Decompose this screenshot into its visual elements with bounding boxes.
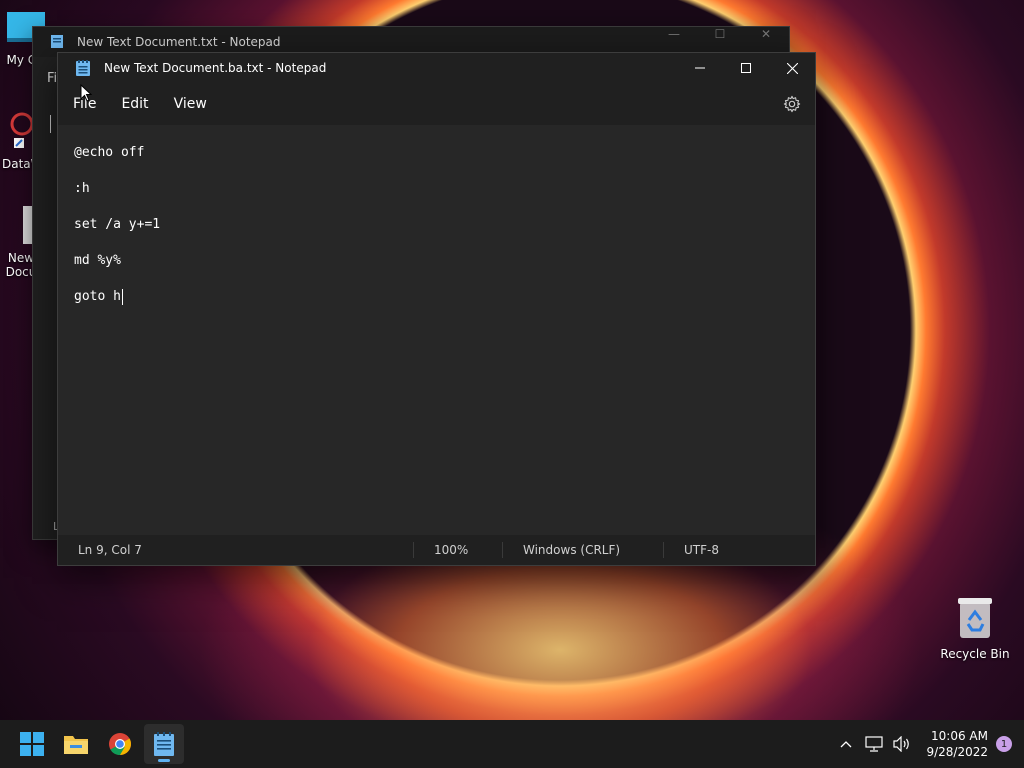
show-hidden-icons-button[interactable] [834,732,858,756]
clock-date: 9/28/2022 [926,745,988,759]
encoding: UTF-8 [684,543,719,557]
cursor-position: Ln 9, Col 7 [78,543,142,557]
maximize-icon [741,63,751,73]
close-button[interactable] [769,53,815,83]
taskbar: 10:06 AM 9/28/2022 1 [0,720,1024,768]
network-icon [865,736,884,752]
line-ending: Windows (CRLF) [523,543,621,557]
background-window-title: New Text Document.txt - Notepad [77,35,281,49]
notepad-window[interactable]: New Text Document.ba.txt - Notepad File … [57,52,816,566]
notepad-app-icon [51,33,63,52]
notepad-icon [154,732,174,756]
app-shortcut-icon [2,110,36,153]
text-caret [121,289,123,305]
menu-bar: File Edit View [58,83,815,125]
notepad-taskbar-button[interactable] [144,724,184,764]
menu-edit[interactable]: Edit [111,90,158,118]
close-icon [786,62,798,74]
chrome-icon [109,733,131,755]
editor-line: :h [74,181,90,196]
menu-view[interactable]: View [164,90,217,118]
network-button[interactable] [862,732,886,756]
file-explorer-button[interactable] [56,724,96,764]
notification-badge[interactable]: 1 [996,736,1012,752]
maximize-button[interactable] [723,53,769,83]
notepad-app-icon [76,60,90,76]
start-button[interactable] [12,724,52,764]
desktop-icon-label: Recycle Bin [940,647,1010,661]
volume-button[interactable] [890,732,914,756]
chevron-up-icon [841,741,852,748]
status-bar: Ln 9, Col 7 100% Windows (CRLF) UTF-8 [58,535,815,565]
zoom-level: 100% [434,543,469,557]
mouse-cursor-icon [80,84,92,102]
window-title: New Text Document.ba.txt - Notepad [104,61,327,75]
settings-gear-icon[interactable] [783,95,801,113]
clock[interactable]: 10:06 AM 9/28/2022 [926,728,988,760]
chrome-button[interactable] [100,724,140,764]
background-text-caret [50,115,51,133]
volume-icon [893,736,910,752]
windows-start-icon [20,732,44,756]
minimize-icon [695,67,705,69]
system-tray: 10:06 AM 9/28/2022 1 [830,728,1024,760]
editor-line: goto h [74,289,123,305]
text-editor[interactable]: @echo off :h set /a y+=1 md %y% goto h [58,125,815,535]
clock-time: 10:06 AM [931,729,988,743]
titlebar[interactable]: New Text Document.ba.txt - Notepad [58,53,815,83]
recycle-bin-icon [940,596,1010,643]
editor-line: set /a y+=1 [74,217,161,232]
editor-line: @echo off [74,145,145,160]
desktop-icon-dataw[interactable]: DataW [2,110,43,171]
minimize-button[interactable] [677,53,723,83]
editor-line: md %y% [74,253,121,268]
folder-icon [64,736,88,754]
desktop-icon-recycle-bin[interactable]: Recycle Bin [940,596,1010,661]
desktop-icon-label: DataW [2,157,43,171]
